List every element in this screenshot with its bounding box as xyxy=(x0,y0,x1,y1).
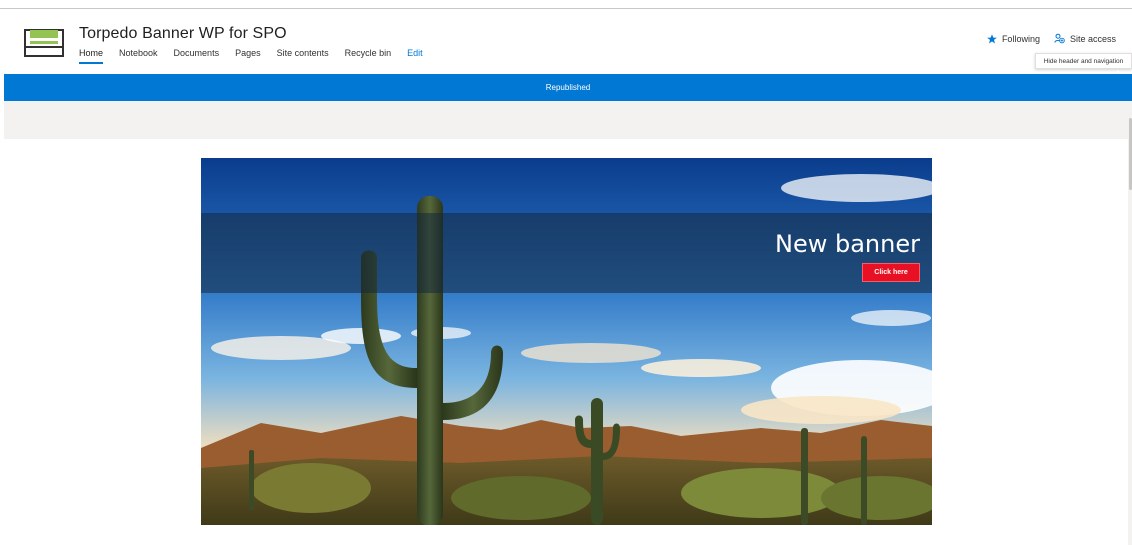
site-access-label: Site access xyxy=(1069,33,1116,44)
star-icon xyxy=(987,33,997,43)
site-header: Torpedo Banner WP for SPO Home Notebook … xyxy=(0,9,1132,74)
banner-title: New banner xyxy=(775,230,920,258)
following-button[interactable]: Following xyxy=(987,34,1040,44)
site-title[interactable]: Torpedo Banner WP for SPO xyxy=(79,25,287,43)
banner-webpart: New banner Click here xyxy=(201,158,932,525)
nav-item-documents[interactable]: Documents xyxy=(174,48,220,62)
page-toolbar-area xyxy=(4,101,1128,139)
nav-item-pages[interactable]: Pages xyxy=(235,48,261,62)
nav-item-recycle-bin[interactable]: Recycle bin xyxy=(345,48,392,62)
site-access-button[interactable]: Site access xyxy=(1054,33,1116,44)
hide-header-tooltip: Hide header and navigation xyxy=(1035,53,1132,69)
status-bar: Republished xyxy=(4,70,1132,101)
header-actions: Following Site access xyxy=(987,33,1116,44)
collapse-header-toggle[interactable] xyxy=(1114,70,1122,74)
nav-item-home[interactable]: Home xyxy=(79,48,104,64)
nav-item-site-contents[interactable]: Site contents xyxy=(277,48,329,62)
site-logo-icon[interactable] xyxy=(24,29,64,57)
banner-overlay: New banner Click here xyxy=(201,213,932,293)
people-icon xyxy=(1054,33,1065,44)
status-message: Republished xyxy=(545,83,591,92)
nav-item-notebook[interactable]: Notebook xyxy=(119,48,158,62)
banner-cta-button[interactable]: Click here xyxy=(862,263,920,282)
nav-edit-link[interactable]: Edit xyxy=(407,48,423,62)
following-label: Following xyxy=(1001,33,1040,44)
site-navigation: Home Notebook Documents Pages Site conte… xyxy=(79,48,439,64)
